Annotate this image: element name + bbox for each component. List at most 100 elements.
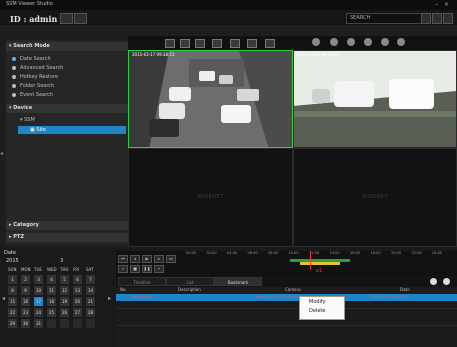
zoom-out-icon[interactable] <box>330 38 338 46</box>
menu-modify[interactable]: Modify <box>309 299 326 305</box>
snapshot-icon[interactable] <box>230 39 240 48</box>
calendar-day[interactable]: 6 <box>73 275 82 284</box>
zoom-in-icon[interactable] <box>312 38 320 46</box>
calendar-day[interactable]: 28 <box>86 308 95 317</box>
calendar-day[interactable]: 26 <box>60 308 69 317</box>
calendar-day[interactable]: 20 <box>73 297 82 306</box>
playhead[interactable] <box>310 251 311 269</box>
calendar-day[interactable]: 30 <box>21 319 30 328</box>
layout-2x2-icon[interactable] <box>180 39 190 48</box>
row-date: 2015.03.17 09:28:15 <box>370 295 407 299</box>
calendar-day[interactable]: 12 <box>60 286 69 295</box>
close-button[interactable]: × <box>443 1 450 8</box>
category-header[interactable]: ▸ Category <box>6 221 128 230</box>
calendar-day[interactable]: 13 <box>73 286 82 295</box>
row-camera: camera 01 / 1 / 2015.03.17 <box>255 295 303 299</box>
pause-icon[interactable]: ❚❚ <box>142 265 152 273</box>
mic-icon[interactable] <box>381 38 389 46</box>
print-icon[interactable] <box>247 39 257 48</box>
tab-bookmark[interactable]: Bookmark <box>214 277 262 286</box>
play-icon[interactable]: ▶ <box>142 255 152 263</box>
timeline-tick-label: 04:00 <box>227 251 238 255</box>
calendar-day[interactable]: 2 <box>21 275 30 284</box>
layout-icon[interactable] <box>421 13 431 24</box>
layout-4x4-icon[interactable] <box>212 39 222 48</box>
mode-date-search[interactable]: Date Search <box>12 56 51 62</box>
stop-icon[interactable]: ■ <box>130 265 140 273</box>
mode-advanced-search[interactable]: Advanced Search <box>12 65 63 71</box>
search-mode-header[interactable]: ▾ Search Mode <box>6 42 128 51</box>
view-icon[interactable] <box>430 278 437 285</box>
skip-back-icon[interactable]: ⏮ <box>118 255 128 263</box>
calendar-day[interactable]: 18 <box>47 297 56 306</box>
next-month-icon[interactable]: ▸ <box>108 295 111 302</box>
edit-icon[interactable] <box>443 278 450 285</box>
calendar-day[interactable]: 15 <box>8 297 17 306</box>
step-back-icon[interactable]: ◂ <box>130 255 140 263</box>
row-divider <box>116 308 457 309</box>
skip-forward-icon[interactable]: ⏭ <box>166 255 176 263</box>
monitor-icon[interactable] <box>60 13 73 24</box>
layout-1x1-icon[interactable] <box>165 39 175 48</box>
timeline-tick-label: 02:00 <box>206 251 217 255</box>
calendar-day[interactable]: 9 <box>21 286 30 295</box>
calendar-day[interactable]: 24 <box>34 308 43 317</box>
calendar-day[interactable]: 5 <box>60 275 69 284</box>
calendar-month[interactable]: 3 <box>60 258 63 264</box>
search-input[interactable]: SEARCH <box>346 13 423 24</box>
video-tile-3[interactable]: WISENET <box>128 148 293 247</box>
calendar-day <box>60 319 69 328</box>
calendar-day[interactable]: 10 <box>34 286 43 295</box>
calendar-day[interactable]: 21 <box>86 297 95 306</box>
timeline-tick-label: 00:00 <box>186 251 197 255</box>
calendar-day[interactable]: 19 <box>60 297 69 306</box>
mode-event-search[interactable]: Event Search <box>12 92 53 98</box>
calendar-day[interactable]: 4 <box>47 275 56 284</box>
brightness-icon[interactable] <box>364 38 372 46</box>
calendar-day[interactable]: 27 <box>73 308 82 317</box>
calendar-year[interactable]: 2015 <box>6 258 19 264</box>
calendar-day[interactable]: 3 <box>34 275 43 284</box>
video-tile-4[interactable]: WISENET <box>293 148 457 247</box>
tab-list[interactable]: List <box>166 277 214 286</box>
calendar-day[interactable]: 23 <box>21 308 30 317</box>
calendar-day <box>47 319 56 328</box>
calendar-day[interactable]: 25 <box>47 308 56 317</box>
fullscreen-icon[interactable] <box>265 39 275 48</box>
column-header: Description <box>178 287 201 292</box>
calendar-day[interactable]: 29 <box>8 319 17 328</box>
panel-collapse-icon[interactable]: ◂ <box>0 150 6 157</box>
tab-timeline[interactable]: Timeline <box>118 277 166 286</box>
layout-3x3-icon[interactable] <box>195 39 205 48</box>
ptz-header[interactable]: ▸ PTZ <box>6 233 128 242</box>
step-forward-icon[interactable]: ▸ <box>154 255 164 263</box>
calendar-day[interactable]: 17 <box>34 297 43 306</box>
calendar-day[interactable]: 11 <box>47 286 56 295</box>
tree-node-root[interactable]: ▾ SSM <box>20 117 35 123</box>
calendar-day[interactable]: 22 <box>8 308 17 317</box>
video-grid: 2015-03-17 09:28:15 2015-03-17 09:28:15 … <box>128 50 457 247</box>
mode-folder-search[interactable]: Folder Search <box>12 83 54 89</box>
slow-icon[interactable]: « <box>118 265 128 273</box>
device-header[interactable]: ▾ Device <box>6 104 128 113</box>
calendar-day[interactable]: 16 <box>21 297 30 306</box>
settings-icon[interactable] <box>432 13 442 24</box>
video-tile-1[interactable]: 2015-03-17 09:28:15 <box>128 50 293 148</box>
mode-hotkey-restore[interactable]: Hotkey Restore <box>12 74 58 80</box>
calendar-day[interactable]: 1 <box>8 275 17 284</box>
calendar-day[interactable]: 31 <box>34 319 43 328</box>
calendar-day[interactable]: 8 <box>8 286 17 295</box>
timeline-tick-label: 08:00 <box>268 251 279 255</box>
prev-month-icon[interactable]: ◂ <box>2 295 5 302</box>
help-icon[interactable] <box>443 13 453 24</box>
menu-delete[interactable]: Delete <box>309 308 325 314</box>
calendar-day[interactable]: 7 <box>86 275 95 284</box>
alarm-icon[interactable] <box>397 38 405 46</box>
calendar-day[interactable]: 14 <box>86 286 95 295</box>
video-tile-2[interactable]: 2015-03-17 09:28:15 <box>293 50 457 148</box>
export-icon[interactable] <box>74 13 87 24</box>
tree-node-site[interactable]: ▣ Site <box>30 127 46 133</box>
fast-icon[interactable]: » <box>154 265 164 273</box>
minimize-button[interactable]: – <box>433 1 440 8</box>
audio-icon[interactable] <box>347 38 355 46</box>
